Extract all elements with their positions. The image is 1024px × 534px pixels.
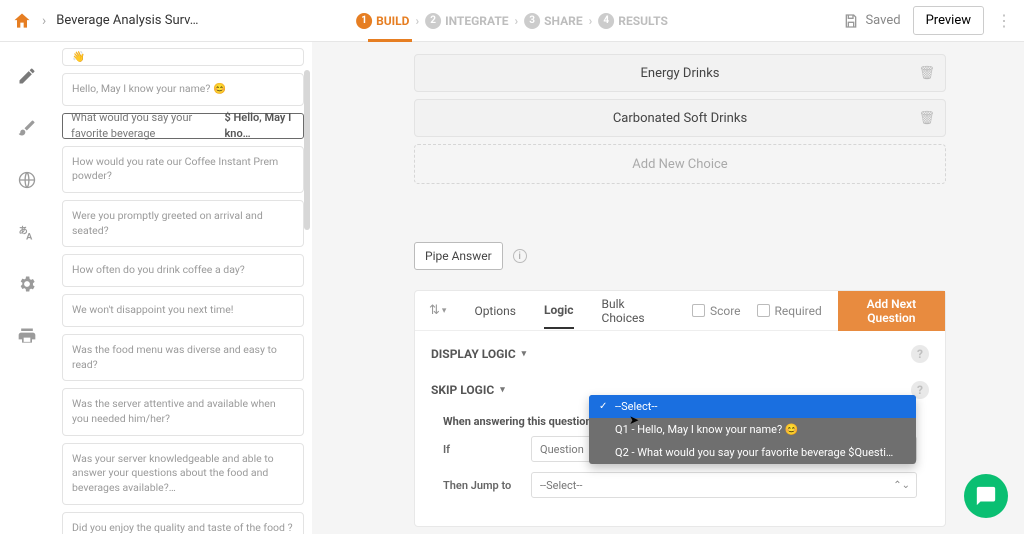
question-card[interactable]: Were you promptly greeted on arrival and…: [62, 200, 304, 247]
dropdown-option[interactable]: Q1 - Hello, May I know your name? 😊: [589, 418, 916, 441]
if-label: If: [443, 443, 521, 456]
required-checkbox[interactable]: Required: [757, 304, 822, 318]
question-card[interactable]: How often do you drink coffee a day?: [62, 254, 304, 287]
printer-icon[interactable]: [17, 326, 37, 346]
trash-icon[interactable]: 🗑: [918, 111, 935, 126]
side-rail: あA: [0, 42, 54, 534]
pencil-icon[interactable]: [17, 66, 37, 86]
question-card[interactable]: How would you rate our Coffee Instant Pr…: [62, 146, 304, 193]
question-list: 👋 Hello, May I know your name? 😊 What woul…: [54, 42, 312, 534]
reorder-icon[interactable]: ⇅ ▾: [429, 303, 446, 318]
globe-icon[interactable]: [17, 170, 37, 190]
more-menu-icon[interactable]: ⋮: [996, 11, 1012, 30]
add-next-question-button[interactable]: Add Next Question: [838, 291, 945, 331]
tab-logic[interactable]: Logic: [544, 303, 574, 329]
info-icon[interactable]: i: [513, 249, 527, 263]
question-card[interactable]: Did you enjoy the quality and taste of t…: [62, 512, 304, 534]
condition-dropdown[interactable]: ✓--Select-- Q1 - Hello, May I know your …: [589, 395, 916, 464]
then-jump-label: Then Jump to: [443, 479, 521, 492]
chat-icon: [975, 485, 997, 507]
dropdown-option[interactable]: ✓--Select--: [589, 395, 916, 418]
preview-button[interactable]: Preview: [913, 6, 984, 35]
chevron-right-icon: ›: [42, 13, 46, 29]
scrollbar-thumb[interactable]: [304, 70, 310, 230]
breadcrumb[interactable]: Beverage Analysis Surv…: [56, 13, 198, 28]
question-card[interactable]: Hello, May I know your name? 😊: [62, 73, 304, 106]
pipe-answer-button[interactable]: Pipe Answer: [414, 242, 503, 270]
gear-icon[interactable]: [17, 274, 37, 294]
step-build[interactable]: 1BUILD: [356, 13, 409, 29]
display-logic-toggle[interactable]: DISPLAY LOGIC▾ ?: [431, 345, 929, 363]
question-card[interactable]: Was your server knowledgeable and able t…: [62, 443, 304, 505]
choice-row[interactable]: Energy Drinks🗑: [414, 54, 946, 92]
chevron-right-icon: ›: [589, 14, 593, 28]
then-jump-select[interactable]: --Select--⌃⌄: [531, 472, 917, 498]
question-card[interactable]: We won't disappoint you next time!: [62, 294, 304, 327]
caret-down-icon: ▾: [522, 349, 527, 359]
question-card[interactable]: 👋: [62, 48, 304, 66]
chevron-right-icon: ›: [415, 14, 419, 28]
save-icon: [843, 13, 859, 29]
chat-launcher[interactable]: [964, 474, 1008, 518]
add-choice-button[interactable]: Add New Choice: [414, 144, 946, 184]
check-icon: ✓: [599, 401, 609, 412]
choices-area: Energy Drinks🗑 Carbonated Soft Drinks🗑 A…: [414, 54, 946, 184]
chevron-right-icon: ›: [515, 14, 519, 28]
step-share[interactable]: 3SHARE: [524, 13, 582, 29]
chevron-updown-icon: ⌃⌄: [893, 480, 910, 491]
wizard-steps: 1BUILD › 2INTEGRATE › 3SHARE › 4RESULTS: [356, 13, 668, 29]
brush-icon[interactable]: [17, 118, 37, 138]
saved-indicator: Saved: [843, 13, 900, 29]
caret-down-icon: ▾: [500, 385, 505, 395]
trash-icon[interactable]: 🗑: [918, 66, 935, 81]
question-card[interactable]: What would you say your favorite beverag…: [62, 113, 304, 139]
question-card[interactable]: Was the food menu was diverse and easy t…: [62, 334, 304, 381]
dropdown-option[interactable]: Q2 - What would you say your favorite be…: [589, 441, 916, 464]
step-integrate[interactable]: 2INTEGRATE: [425, 13, 508, 29]
tab-options[interactable]: Options: [474, 304, 516, 318]
help-icon[interactable]: ?: [911, 345, 929, 363]
translate-icon[interactable]: あA: [17, 222, 37, 242]
tab-bulk-choices[interactable]: Bulk Choices: [602, 297, 664, 325]
svg-text:A: A: [26, 233, 33, 243]
choice-row[interactable]: Carbonated Soft Drinks🗑: [414, 99, 946, 137]
home-icon[interactable]: [12, 11, 32, 31]
score-checkbox[interactable]: Score: [692, 304, 741, 318]
step-results[interactable]: 4RESULTS: [598, 13, 668, 29]
question-card[interactable]: Was the server attentive and available w…: [62, 388, 304, 435]
